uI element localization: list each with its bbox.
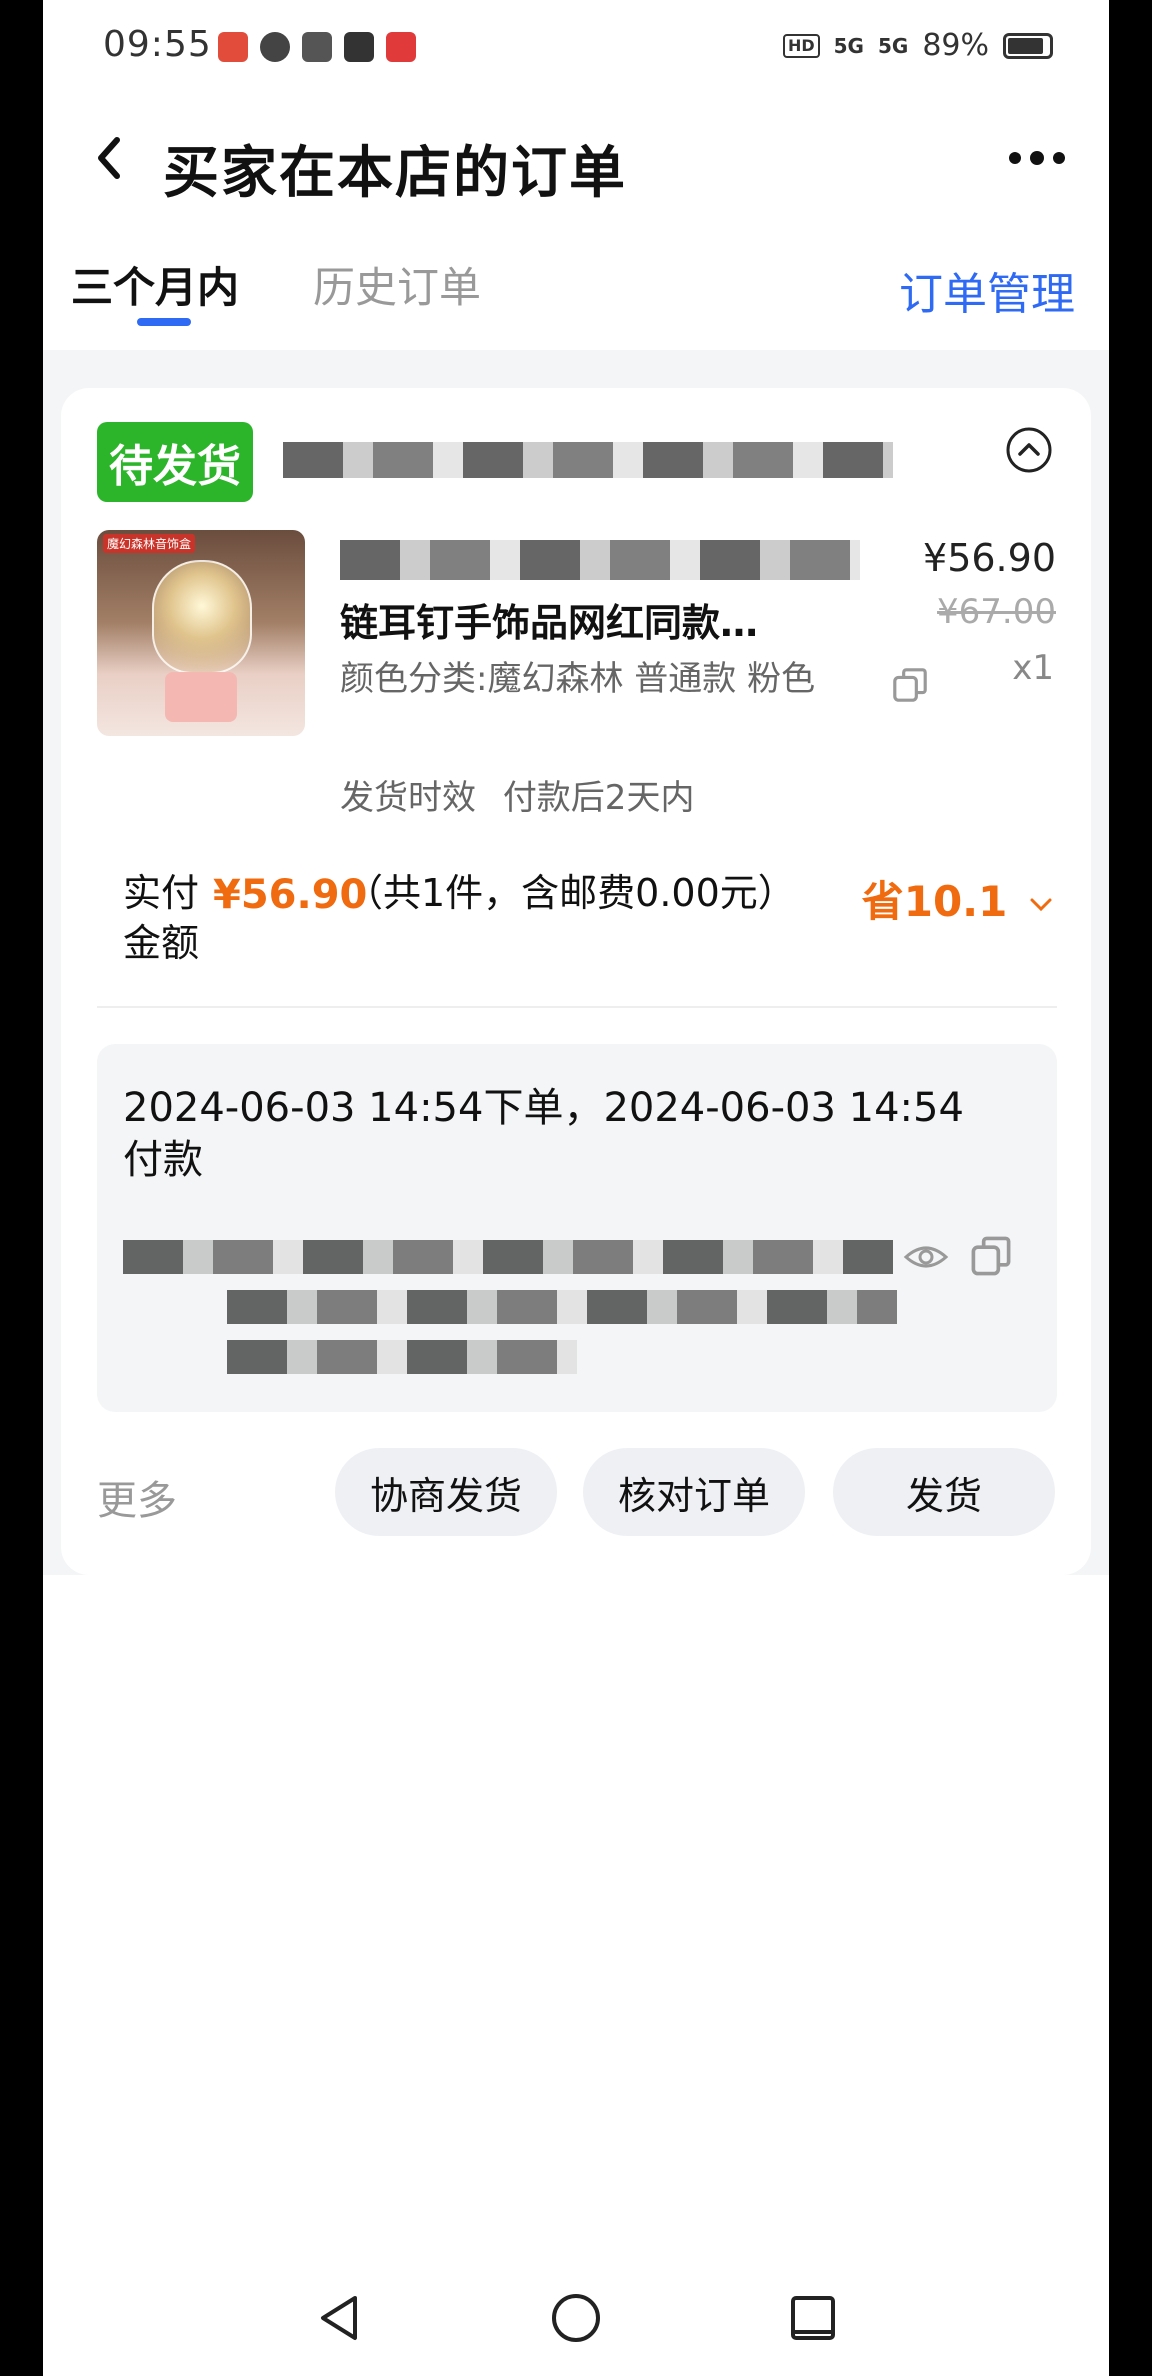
back-chevron-left-icon[interactable]: [83, 130, 139, 186]
product-quantity: x1: [1012, 648, 1054, 688]
product-price: ¥56.90: [923, 536, 1056, 580]
phone-screen: 09:55 HD 5G 5G 89% 买家在本店的订单 三个月内 历史订单 订单…: [43, 0, 1109, 2376]
bulb-image: [152, 560, 252, 674]
signal-icon-2: 5G: [877, 33, 909, 58]
status-notification-icons: [218, 32, 416, 62]
redacted-address-line2: [227, 1290, 897, 1324]
nav-back-icon[interactable]: [311, 2290, 367, 2346]
saved-amount[interactable]: 省10.1: [862, 868, 1054, 929]
original-price: ¥67.00: [937, 592, 1056, 632]
shipping-time: 发货时效 付款后2天内: [340, 770, 694, 819]
status-time: 09:55: [103, 24, 212, 65]
mail-icon: [344, 32, 374, 62]
product-name[interactable]: 链耳钉手饰品网红同款…: [340, 592, 900, 647]
eye-icon[interactable]: [903, 1234, 949, 1280]
redacted-product-title: [340, 540, 860, 580]
saved-text: 省10.1: [861, 877, 1008, 926]
battery-icon: [1003, 32, 1053, 59]
redacted-order-id: [283, 442, 893, 478]
hd-icon: HD: [782, 33, 820, 58]
nav-recents-icon[interactable]: [785, 2290, 841, 2346]
paid-note: （共1件，含邮费0.00元）: [345, 871, 796, 915]
battery-percent: 89%: [922, 28, 989, 63]
status-right: HD 5G 5G 89%: [782, 28, 1053, 63]
paid-label: 实付金额: [123, 871, 200, 965]
signal-icon-1: 5G: [833, 33, 864, 58]
active-tab-indicator: [137, 318, 191, 326]
chevron-down-icon: [1030, 898, 1052, 911]
divider: [97, 1006, 1057, 1008]
order-management-link[interactable]: 订单管理: [899, 258, 1075, 322]
thumbnail-label: 魔幻森林音饰盒: [103, 534, 196, 553]
negotiate-shipping-button[interactable]: 协商发货: [335, 1448, 557, 1536]
ship-button[interactable]: 发货: [833, 1448, 1055, 1536]
redacted-address-line3: [227, 1340, 577, 1374]
more-dots-icon[interactable]: [1005, 140, 1069, 176]
status-badge: 待发货: [97, 422, 253, 502]
tab-history-orders[interactable]: 历史订单: [313, 254, 481, 315]
verify-order-button[interactable]: 核对订单: [583, 1448, 805, 1536]
app-red-icon: [386, 32, 416, 62]
wechat-icon: [260, 32, 290, 62]
app-cow-icon: [302, 32, 332, 62]
page-title: 买家在本店的订单: [163, 141, 627, 206]
nav-home-icon[interactable]: [548, 2290, 604, 2346]
product-spec: 颜色分类:魔幻森林 普通款 粉色: [340, 659, 816, 699]
more-actions-link[interactable]: 更多: [97, 1468, 177, 1526]
product-thumbnail[interactable]: 魔幻森林音饰盒: [97, 530, 305, 736]
lamp-base-image: [165, 672, 237, 722]
shipping-value: 付款后2天内: [502, 778, 695, 818]
order-time-info: 2024-06-03 14:54下单，2024-06-03 14:54付款: [123, 1085, 964, 1183]
collapse-chevron-up-icon[interactable]: [1005, 426, 1053, 474]
copy-spec-icon[interactable]: [891, 666, 929, 704]
redacted-address-line1: [123, 1240, 893, 1274]
app-notification-icon: [218, 32, 248, 62]
copy-address-icon[interactable]: [969, 1234, 1013, 1278]
shipping-label: 发货时效: [340, 778, 476, 818]
tab-three-months[interactable]: 三个月内: [71, 254, 239, 315]
